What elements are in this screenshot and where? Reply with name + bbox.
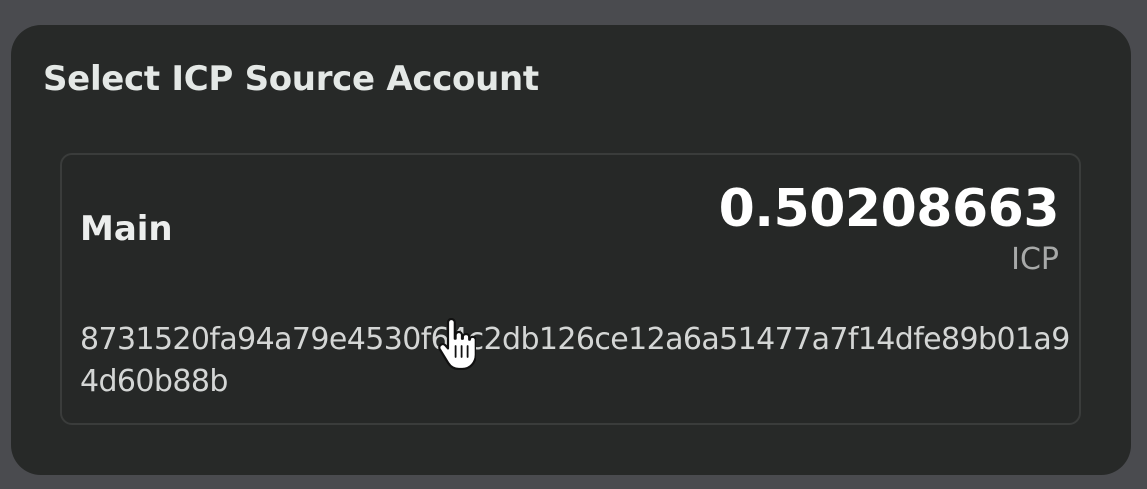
balance-amount: 0.50208663 bbox=[718, 179, 1060, 239]
account-card-main[interactable]: Main 0.50208663 ICP 8731520fa94a79e4530f… bbox=[60, 153, 1081, 425]
account-identifier: 8731520fa94a79e4530f64c2db126ce12a6a5147… bbox=[80, 322, 1070, 399]
account-name: Main bbox=[80, 209, 173, 249]
panel-title: Select ICP Source Account bbox=[43, 59, 539, 99]
select-source-account-panel: Select ICP Source Account Main 0.5020866… bbox=[11, 25, 1131, 475]
account-balance: 0.50208663 ICP bbox=[718, 179, 1060, 279]
balance-token-symbol: ICP bbox=[1011, 242, 1059, 277]
